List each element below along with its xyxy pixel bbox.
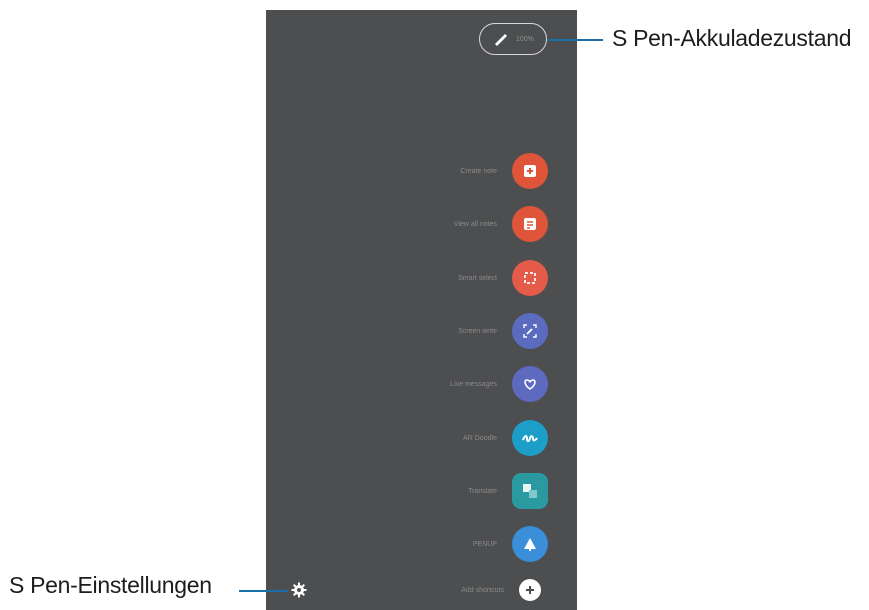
menu-item-add-shortcuts[interactable]: Add shortcuts [266,572,548,608]
menu-item-smart-select[interactable]: Smart select [266,260,548,296]
menu-item-label: Screen write [458,327,497,335]
menu-item-screen-write[interactable]: Screen write [266,313,548,349]
menu-item-label: PENUP [472,540,497,548]
air-command-panel: 100% Create note View all notes Smart se… [266,10,577,610]
s-pen-battery-indicator: 100% [479,23,547,55]
add-icon[interactable] [519,579,541,601]
create-note-icon[interactable] [512,153,548,189]
callout-line-settings [239,590,288,592]
smart-select-icon[interactable] [512,260,548,296]
menu-item-label: Smart select [458,274,497,282]
callout-line-battery [547,39,603,41]
penup-icon[interactable] [512,526,548,562]
gear-icon[interactable] [291,582,307,598]
battery-percent: 100% [516,35,534,43]
menu-item-label: Translate [468,487,497,495]
menu-item-label: Create note [460,167,497,175]
menu-item-label: Add shortcuts [461,586,504,594]
callout-settings-label: S Pen-Einstellungen [9,572,212,598]
menu-item-label: View all notes [453,220,497,228]
view-notes-icon[interactable] [512,206,548,242]
menu-item-translate[interactable]: Translate [266,473,548,509]
menu-item-penup[interactable]: PENUP [266,526,548,562]
menu-item-label: AR Doodle [463,434,497,442]
menu-item-create-note[interactable]: Create note [266,153,548,189]
callout-battery-label: S Pen-Akkuladezustand [612,25,852,51]
menu-item-live-messages[interactable]: Live messages [266,366,548,402]
translate-icon[interactable] [512,473,548,509]
menu-item-view-all-notes[interactable]: View all notes [266,206,548,242]
ar-doodle-icon[interactable] [512,420,548,456]
s-pen-icon [495,34,507,46]
screen-write-icon[interactable] [512,313,548,349]
live-messages-icon[interactable] [512,366,548,402]
menu-item-label: Live messages [450,380,497,388]
menu-item-ar-doodle[interactable]: AR Doodle [266,420,548,456]
